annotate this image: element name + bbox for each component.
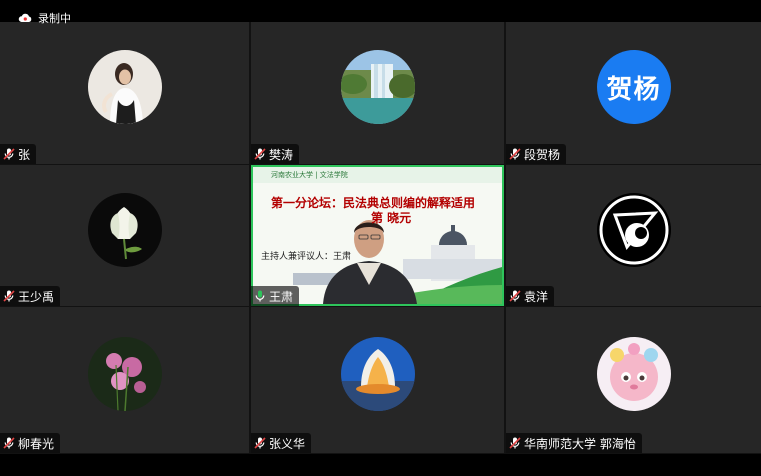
name-tag: 袁洋 [506,286,555,306]
recording-indicator: 录制中 [18,10,71,26]
bottom-bar [0,454,761,476]
name-tag: 张义华 [251,433,312,453]
muted-mic-icon [509,148,521,160]
name-tag: 柳春光 [0,433,61,453]
participant-name: 樊涛 [269,147,294,162]
participant-tile[interactable]: 张义华 [251,307,504,453]
participant-name: 袁洋 [524,289,549,304]
name-tag: 华南师范大学 郭海怡 [506,433,642,453]
participant-tile[interactable]: 贺杨 段贺杨 [506,22,761,164]
name-tag: 张 [0,144,37,164]
top-bar [0,0,761,22]
participant-tile[interactable]: 王少禹 [0,165,249,306]
avatar [87,337,162,411]
avatar [87,50,162,124]
avatar [340,337,415,411]
avatar [596,192,671,267]
participant-name: 张义华 [269,436,306,451]
avatar [596,337,671,411]
muted-mic-icon [3,290,15,302]
speaker-video: 河南农业大学 | 文法学院 第一分论坛：民法典总则编的解释适用 第 晓元 主持人… [253,167,502,304]
avatar-initials: 贺杨 [596,50,671,124]
participant-tile[interactable]: 华南师范大学 郭海怡 [506,307,761,453]
participant-name: 段贺杨 [524,147,561,162]
participant-tile[interactable]: 袁洋 [506,165,761,306]
participant-name: 华南师范大学 郭海怡 [524,436,636,451]
cloud-icon [18,13,32,22]
participant-tile[interactable]: 柳春光 [0,307,249,453]
muted-mic-icon [509,437,521,449]
participant-grid: 张 樊涛 贺杨 段贺杨 王少禹 河南农业大学 | 文法学院 第一分论坛：民法典总… [0,22,761,454]
muted-mic-icon [254,148,266,160]
active-mic-icon [255,290,265,302]
muted-mic-icon [254,437,266,449]
slide-subtitle: 第 晓元 [371,211,412,225]
muted-mic-icon [3,437,15,449]
participant-tile-speaking[interactable]: 河南农业大学 | 文法学院 第一分论坛：民法典总则编的解释适用 第 晓元 主持人… [251,165,504,306]
participant-tile[interactable]: 樊涛 [251,22,504,164]
name-tag: 王少禹 [0,286,61,306]
name-tag: 樊涛 [251,144,300,164]
participant-name: 柳春光 [18,436,55,451]
participant-name: 王肃 [269,289,294,304]
name-tag: 王肃 [251,286,300,306]
slide-host-line: 主持人兼评议人：王肃 [261,252,352,262]
muted-mic-icon [3,148,15,160]
avatar [87,192,162,267]
name-tag: 段贺杨 [506,144,567,164]
recording-label: 录制中 [38,12,71,25]
avatar: 贺杨 [596,50,671,124]
slide-school-header: 河南农业大学 | 文法学院 [253,167,502,183]
muted-mic-icon [509,290,521,302]
participant-tile[interactable]: 张 [0,22,249,164]
avatar [340,50,415,124]
participant-name: 张 [18,147,31,162]
participant-name: 王少禹 [18,289,55,304]
